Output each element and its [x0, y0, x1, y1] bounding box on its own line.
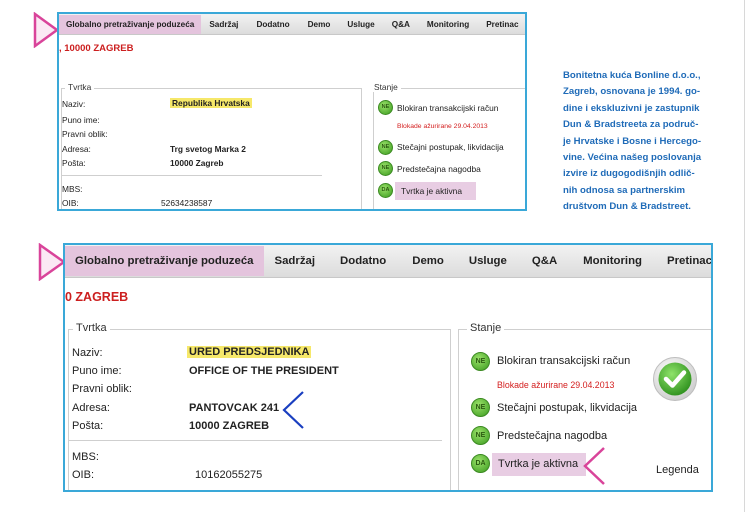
arrow-right-pink-icon [33, 12, 59, 48]
description-line: dine i ekskluzivni je zastupnik [563, 102, 700, 114]
oib-label: OIB: [72, 469, 95, 481]
tab-demo[interactable]: Demo [308, 20, 331, 29]
company-city: , 10000 ZAGREB [59, 43, 134, 54]
description-line: Dun & Bradstreeta za područ- [563, 119, 699, 131]
status-da-icon: DA [378, 183, 393, 198]
puno-ime-value: OFFICE OF THE PRESIDENT [189, 365, 339, 377]
naziv-value: Republika Hrvatska [170, 98, 252, 108]
company-group: Tvrtka Naziv: Republika Hrvatska Puno im… [61, 82, 362, 209]
tab-qa[interactable]: Q&A [532, 255, 557, 267]
stecajni-status: Stečajni postupak, likvidacija [397, 142, 504, 152]
legenda-link[interactable]: Legenda [656, 464, 699, 476]
top-company-panel: Globalno pretraživanje poduzeća Sadržaj … [57, 12, 527, 211]
tab-pretinac[interactable]: Pretinac [486, 20, 518, 29]
adresa-label: Adresa: [62, 144, 91, 154]
arrow-left-pink-icon [583, 447, 605, 485]
stecajni-status: Stečajni postupak, likvidacija [497, 402, 638, 414]
description-line: vine. Većina našeg poslovanja [563, 152, 702, 164]
status-ne-icon: NE [471, 398, 490, 417]
adresa-label: Adresa: [72, 402, 110, 414]
description-line: je Hrvatske i Bosne i Hercego- [563, 135, 702, 147]
status-ne-icon: NE [471, 426, 490, 445]
page-right-rule [744, 0, 745, 512]
status-da-icon: DA [471, 454, 490, 473]
oib-value: 10162055275 [195, 469, 263, 481]
top-nav-bar: Globalno pretraživanje poduzeća Sadržaj … [59, 14, 525, 35]
description-line: Zagreb, osnovana je 1994. go- [563, 86, 701, 98]
pravni-oblik-label: Pravni oblik: [62, 129, 108, 139]
mbs-label: MBS: [72, 451, 99, 463]
description-line: nih odnosa sa partnerskim [563, 184, 686, 196]
tab-dodatno[interactable]: Dodatno [256, 20, 289, 29]
bottom-company-panel: Globalno pretraživanje poduzeća Sadržaj … [63, 243, 713, 492]
company-separator [62, 175, 322, 176]
naziv-label: Naziv: [72, 347, 103, 359]
company-separator [69, 440, 442, 441]
company-city: 0 ZAGREB [65, 290, 129, 304]
tab-pretinac[interactable]: Pretinac [667, 255, 711, 267]
aktivna-status: Tvrtka je aktivna [492, 453, 586, 476]
tab-sadrzaj[interactable]: Sadržaj [275, 255, 316, 267]
blokade-note: Blokade ažurirane 29.04.2013 [497, 380, 615, 390]
tab-globalno[interactable]: Globalno pretraživanje poduzeća [59, 14, 202, 34]
arrow-right-pink-icon [38, 243, 66, 281]
tab-sadrzaj[interactable]: Sadržaj [209, 20, 238, 29]
posta-label: Pošta: [62, 158, 86, 168]
description-line: izvire iz dugogodišnjih odlič- [563, 168, 695, 180]
tab-monitoring[interactable]: Monitoring [427, 20, 469, 29]
status-ne-icon: NE [378, 100, 393, 115]
predstecajna-status: Predstečajna nagodba [397, 164, 481, 174]
description-line: Bonitetna kuća Bonline d.o.o., [563, 70, 701, 81]
adresa-value: PANTOVCAK 241 [189, 402, 280, 414]
bonline-description: Bonitetna kuća Bonline d.o.o., Zagreb, o… [563, 68, 729, 216]
pravni-oblik-label: Pravni oblik: [72, 383, 132, 395]
tab-globalno[interactable]: Globalno pretraživanje poduzeća [65, 246, 264, 276]
status-ne-icon: NE [378, 140, 393, 155]
mbs-label: MBS: [62, 184, 83, 194]
status-group: Stanje NE Blokiran transakcijski račun B… [371, 82, 525, 209]
tab-dodatno[interactable]: Dodatno [340, 255, 386, 267]
puno-ime-label: Puno ime: [62, 115, 100, 125]
company-group-label: Tvrtka [65, 82, 95, 92]
green-check-icon [653, 357, 697, 401]
adresa-value: Trg svetog Marka 2 [170, 144, 246, 154]
naziv-label: Naziv: [62, 99, 86, 109]
tab-monitoring[interactable]: Monitoring [583, 255, 642, 267]
company-group: Tvrtka Naziv: URED PREDSJEDNIKA Puno ime… [68, 322, 451, 490]
description-line: društvom Dun & Bradstreet. [563, 201, 691, 213]
status-group-label: Stanje [467, 322, 505, 334]
puno-ime-label: Puno ime: [72, 365, 122, 377]
oib-value: 52634238587 [161, 198, 213, 208]
posta-label: Pošta: [72, 420, 104, 432]
blokade-note: Blokade ažurirane 29.04.2013 [397, 123, 488, 130]
status-ne-icon: NE [471, 352, 490, 371]
posta-value: 10000 ZAGREB [189, 420, 270, 432]
tab-demo[interactable]: Demo [412, 255, 444, 267]
blokiran-status: Blokiran transakcijski račun [497, 355, 631, 367]
tab-qa[interactable]: Q&A [392, 20, 410, 29]
blokiran-status: Blokiran transakcijski račun [397, 103, 499, 113]
tab-usluge[interactable]: Usluge [347, 20, 374, 29]
aktivna-status: Tvrtka je aktivna [395, 182, 476, 200]
naziv-value: URED PREDSJEDNIKA [187, 346, 312, 358]
status-group-label: Stanje [371, 82, 401, 92]
status-ne-icon: NE [378, 161, 393, 176]
posta-value: 10000 Zagreb [170, 158, 224, 168]
predstecajna-status: Predstečajna nagodba [497, 430, 608, 442]
bottom-nav-bar: Globalno pretraživanje poduzeća Sadržaj … [65, 245, 711, 278]
tab-usluge[interactable]: Usluge [469, 255, 507, 267]
oib-label: OIB: [62, 198, 79, 208]
arrow-left-blue-icon [282, 391, 304, 429]
company-group-label: Tvrtka [73, 322, 110, 334]
